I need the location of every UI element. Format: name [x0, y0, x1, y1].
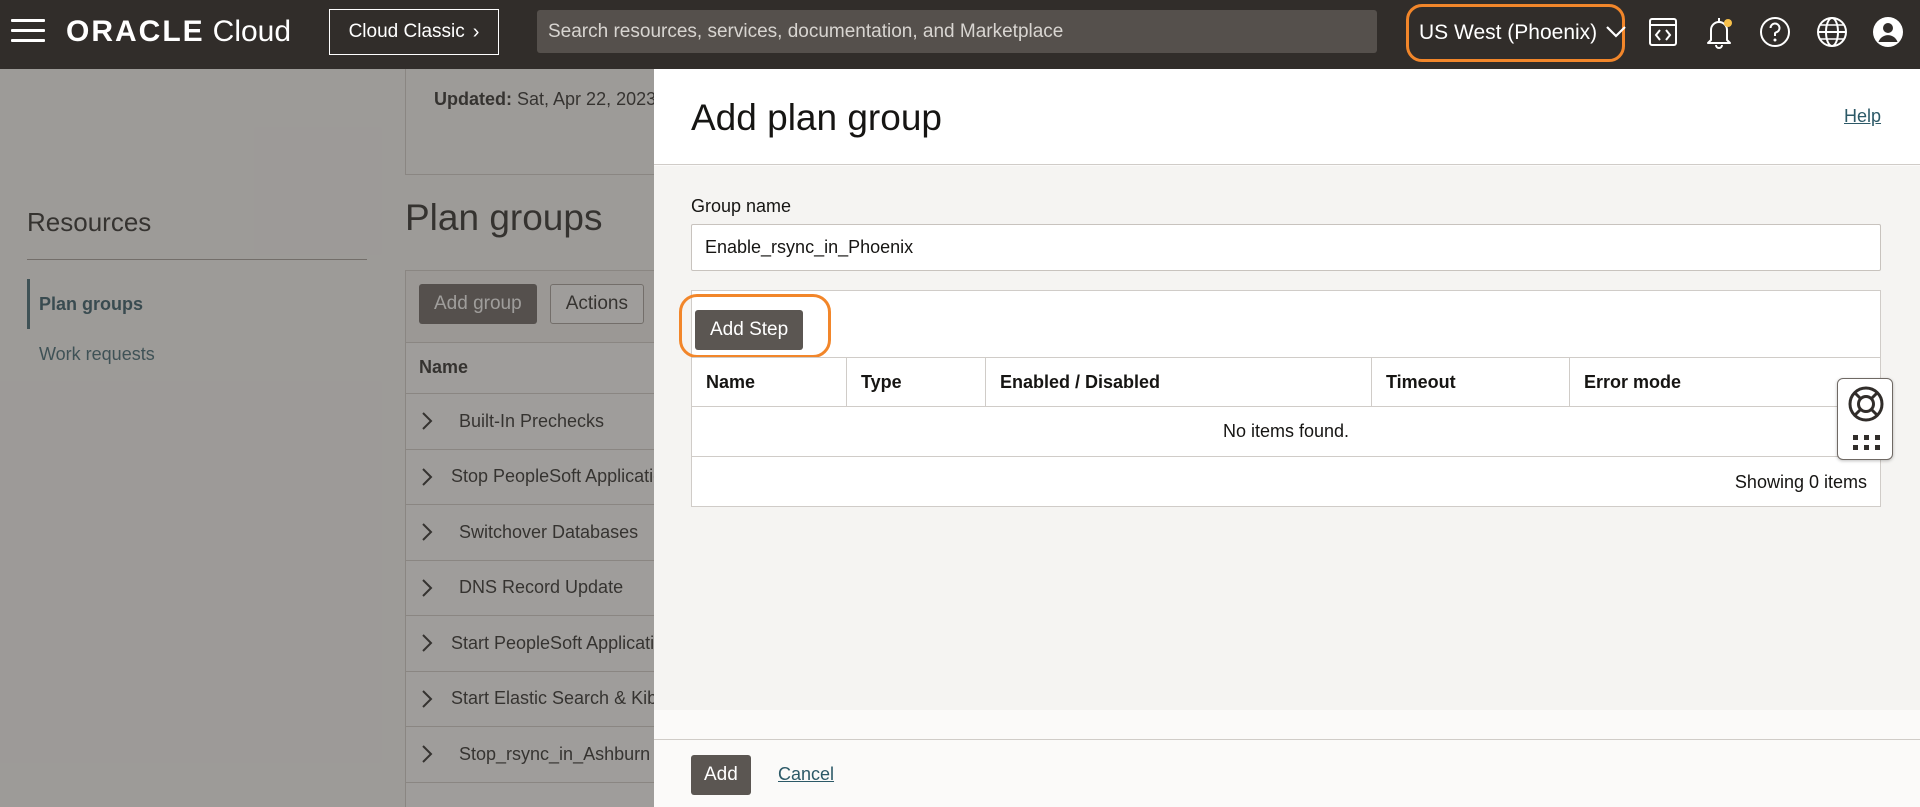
- empty-state-text: No items found.: [692, 407, 1880, 457]
- resources-divider: [27, 259, 367, 260]
- oracle-cloud-logo[interactable]: ORACLE Cloud: [66, 15, 291, 49]
- column-header-timeout[interactable]: Timeout: [1372, 358, 1570, 406]
- chevron-down-icon: [1605, 21, 1627, 45]
- region-label: US West (Phoenix): [1419, 21, 1598, 44]
- drawer-footer: Add Cancel: [654, 739, 1920, 807]
- logo-product: Cloud: [212, 15, 292, 48]
- lifebuoy-icon[interactable]: [1846, 384, 1886, 424]
- table-row[interactable]: Built-In Prechecks: [406, 394, 664, 450]
- nav-item-plan-groups[interactable]: Plan groups: [27, 279, 327, 329]
- background-page: Updated: Sat, Apr 22, 2023 Resources Pla…: [0, 69, 665, 807]
- chevron-right-icon: ›: [472, 20, 480, 43]
- resources-title: Resources: [27, 207, 152, 237]
- chevron-right-icon[interactable]: [421, 522, 441, 542]
- table-row[interactable]: Stop PeopleSoft Applications: [406, 450, 664, 505]
- steps-grid: Name Type Enabled / Disabled Timeout Err…: [692, 357, 1880, 507]
- row-name: Start PeopleSoft Applications: [451, 632, 664, 653]
- help-link[interactable]: Help: [1844, 106, 1920, 127]
- row-name: Start Elastic Search & Kibana: [451, 688, 664, 709]
- column-header-name[interactable]: Name: [406, 342, 664, 394]
- updated-value: Sat, Apr 22, 2023: [517, 89, 657, 109]
- table-row[interactable]: Stop_rsync_in_Ashburn: [406, 727, 664, 783]
- add-button[interactable]: Add: [691, 755, 751, 795]
- chevron-right-icon[interactable]: [421, 411, 441, 431]
- cloud-classic-button[interactable]: Cloud Classic ›: [329, 9, 499, 55]
- group-name-input[interactable]: [691, 224, 1881, 271]
- cancel-link[interactable]: Cancel: [778, 764, 834, 785]
- steps-grid-header: Name Type Enabled / Disabled Timeout Err…: [692, 357, 1880, 407]
- search-input[interactable]: [537, 10, 1377, 53]
- hamburger-menu-icon[interactable]: [11, 19, 45, 45]
- plan-groups-table: Add group Actions Name Built-In Precheck…: [405, 270, 665, 807]
- add-group-button[interactable]: Add group: [419, 284, 537, 324]
- chevron-right-icon[interactable]: [421, 578, 441, 598]
- table-row[interactable]: Start PeopleSoft Applications: [406, 616, 664, 672]
- updated-label: Updated:: [434, 89, 512, 109]
- chevron-right-icon[interactable]: [421, 689, 433, 709]
- row-name: Stop_rsync_in_Ashburn: [459, 743, 651, 764]
- chevron-right-icon[interactable]: [421, 744, 441, 764]
- drawer-body: Group name Add Step Name Type Enabled / …: [654, 166, 1920, 710]
- user-profile-icon[interactable]: [1870, 14, 1906, 50]
- logo-brand: ORACLE: [66, 15, 205, 48]
- row-name: Stop PeopleSoft Applications: [451, 466, 664, 487]
- resources-nav: Plan groups Work requests: [27, 279, 327, 379]
- column-header-type[interactable]: Type: [847, 358, 986, 406]
- column-header-enabled[interactable]: Enabled / Disabled: [986, 358, 1372, 406]
- nav-item-work-requests[interactable]: Work requests: [27, 329, 327, 379]
- plan-groups-title: Plan groups: [405, 197, 603, 238]
- column-header-error-mode[interactable]: Error mode: [1570, 358, 1880, 406]
- column-header-name[interactable]: Name: [692, 358, 847, 406]
- bell-icon[interactable]: [1701, 14, 1737, 50]
- actions-button[interactable]: Actions: [549, 284, 644, 324]
- row-name: DNS Record Update: [459, 577, 624, 598]
- floating-help-widget[interactable]: [1837, 378, 1893, 460]
- table-row[interactable]: Switchover Databases: [406, 505, 664, 561]
- add-plan-group-drawer: Add plan group Help Group name Add Step …: [654, 69, 1920, 807]
- chevron-right-icon[interactable]: [421, 633, 433, 653]
- group-name-label: Group name: [691, 196, 792, 216]
- region-selector[interactable]: US West (Phoenix): [1406, 4, 1627, 62]
- table-row[interactable]: DNS Record Update: [406, 561, 664, 616]
- plan-groups-toolbar: Add group Actions: [406, 271, 664, 342]
- drawer-header: Add plan group Help: [654, 69, 1920, 165]
- code-editor-icon[interactable]: [1645, 14, 1681, 50]
- row-name: Built-In Prechecks: [459, 410, 605, 431]
- add-step-highlight: Add Step: [679, 294, 831, 358]
- drag-handle-icon[interactable]: [1852, 433, 1882, 453]
- globe-icon[interactable]: [1814, 14, 1850, 50]
- cloud-classic-label: Cloud Classic: [348, 21, 465, 42]
- items-count-text: Showing 0 items: [1734, 471, 1867, 492]
- table-row[interactable]: Start Elastic Search & Kibana: [406, 672, 664, 727]
- help-question-icon[interactable]: [1757, 14, 1793, 50]
- top-navigation-bar: ORACLECloud Cloud Classic › US West (Pho…: [0, 0, 1920, 69]
- chevron-right-icon[interactable]: [421, 467, 433, 487]
- drawer-title: Add plan group: [691, 97, 942, 138]
- updated-info: Updated: Sat, Apr 22, 2023: [405, 69, 665, 175]
- add-step-button[interactable]: Add Step: [695, 310, 804, 350]
- row-name: Switchover Databases: [459, 521, 639, 542]
- steps-table: Add Step Name Type Enabled / Disabled Ti…: [679, 290, 1881, 507]
